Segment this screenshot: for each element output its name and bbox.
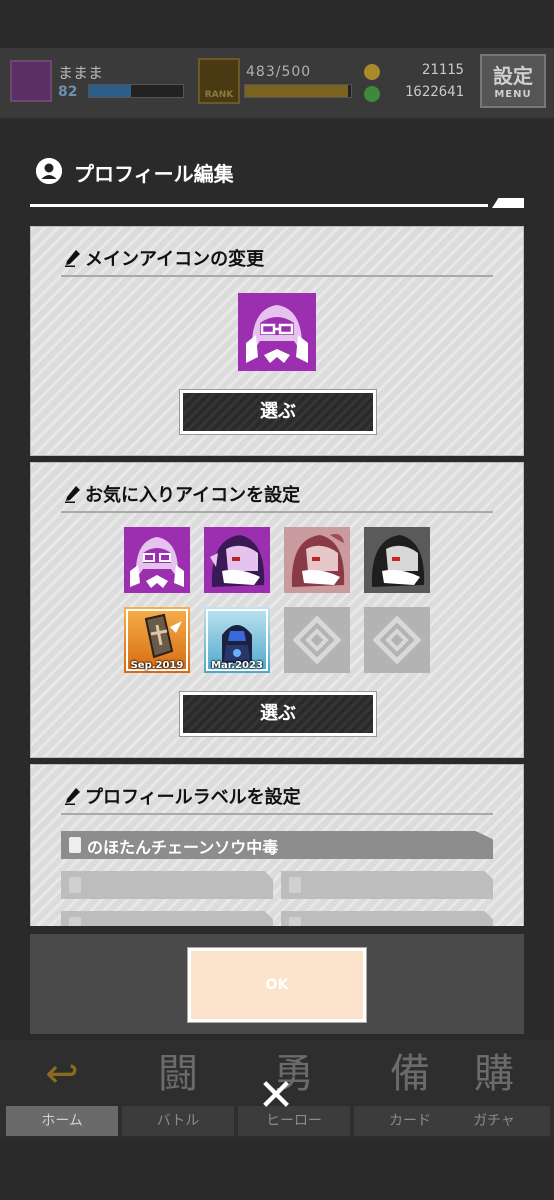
profile-label-slot[interactable]	[281, 911, 493, 926]
favorite-icon-blue-armor-badge[interactable]: Mar.2023	[204, 607, 270, 673]
profile-label-section: プロフィールラベルを設定 のほたんチェーンソウ中毒	[30, 764, 524, 926]
nav-label: ガチャ	[438, 1106, 550, 1136]
pencil-icon	[65, 486, 80, 503]
choose-main-icon-button[interactable]: 選ぶ	[179, 389, 377, 435]
section-title-text: メインアイコンの変更	[85, 249, 265, 270]
rank-bar	[244, 84, 352, 98]
home-icon: ↩	[45, 1051, 79, 1097]
favorite-icon-gray-dark[interactable]	[364, 527, 430, 593]
section-title-text: お気に入りアイコンを設定	[85, 485, 301, 506]
profile-label-selected[interactable]: のほたんチェーンソウ中毒	[61, 831, 493, 859]
rank-fill	[245, 85, 348, 97]
tile-label: Sep.2019	[130, 660, 184, 671]
ok-button[interactable]: OK	[187, 947, 367, 1023]
favorite-icon-pink-red[interactable]	[284, 527, 350, 593]
battle-icon: 闘	[158, 1051, 198, 1097]
section-title-text: プロフィールラベルを設定	[85, 787, 301, 808]
profile-label-slot[interactable]	[61, 911, 273, 926]
menu-button-label: 設定	[493, 64, 533, 88]
menu-button[interactable]: 設定 MENU	[480, 54, 546, 108]
player-name: ままま	[58, 64, 104, 82]
main-icon-section: メインアイコンの変更 選ぶ	[30, 226, 524, 456]
modal-header: プロフィール編集	[30, 140, 524, 220]
tag-icon	[69, 837, 81, 853]
modal-footer: OK	[30, 934, 524, 1034]
profile-label-text: のほたんチェーンソウ中毒	[87, 838, 279, 857]
pencil-icon	[65, 250, 80, 267]
profile-label-slot[interactable]	[61, 871, 273, 899]
section-rule	[61, 813, 493, 815]
tag-icon	[69, 877, 81, 893]
pencil-icon	[65, 788, 80, 805]
status-bar: ままま 82 RANK 483/500 21115 1622641 設定 MEN…	[0, 48, 554, 120]
profile-label-slot[interactable]	[281, 871, 493, 899]
section-rule	[61, 275, 493, 277]
menu-button-sublabel: MENU	[494, 89, 532, 100]
choose-favorite-icons-button[interactable]: 選ぶ	[179, 691, 377, 737]
modal-scroll-area[interactable]: メインアイコンの変更 選ぶ お気に入りアイコンを設定 Sep.2019 Mar.…	[30, 222, 524, 926]
player-level: 82	[58, 84, 78, 100]
profile-icon	[36, 158, 62, 184]
tile-label: Mar.2023	[211, 660, 263, 671]
empty-slot-icon[interactable]	[284, 607, 350, 673]
choose-button-label: 選ぶ	[183, 393, 373, 431]
favorite-icon-coffin-badge[interactable]: Sep.2019	[124, 607, 190, 673]
main-icon-preview	[238, 293, 316, 371]
favorite-icons-section: お気に入りアイコンを設定 Sep.2019 Mar.2023 選ぶ	[30, 462, 524, 758]
gem-count: 1622641	[404, 84, 464, 100]
player-avatar	[10, 60, 52, 102]
tag-icon	[69, 917, 81, 926]
empty-slot-icon[interactable]	[364, 607, 430, 673]
header-tab-accent	[492, 198, 524, 208]
favorite-icon-purple-dark[interactable]	[204, 527, 270, 593]
coin-count: 21115	[421, 62, 464, 78]
favorite-icon-purple-hooded[interactable]	[124, 527, 190, 593]
rank-count: 483/500	[246, 64, 312, 80]
nav-home[interactable]: ↩ ホーム	[4, 1040, 120, 1140]
section-rule	[61, 511, 493, 513]
choose-button-label: 選ぶ	[183, 695, 373, 733]
nav-label: バトル	[122, 1106, 234, 1136]
modal-title: プロフィール編集	[74, 162, 234, 186]
close-icon[interactable]: ✕	[252, 1072, 300, 1120]
rank-badge: RANK	[198, 58, 240, 104]
nav-battle[interactable]: 闘 バトル	[120, 1040, 236, 1140]
exp-bar	[88, 84, 184, 98]
nav-gacha[interactable]: 購 ガチャ	[436, 1040, 552, 1140]
tag-icon	[289, 917, 301, 926]
gacha-icon: 購	[474, 1051, 514, 1097]
header-divider	[30, 204, 488, 207]
gem-icon	[364, 86, 380, 102]
coin-icon	[364, 64, 380, 80]
exp-fill	[89, 85, 132, 97]
tag-icon	[289, 877, 301, 893]
nav-label: ホーム	[6, 1106, 118, 1136]
